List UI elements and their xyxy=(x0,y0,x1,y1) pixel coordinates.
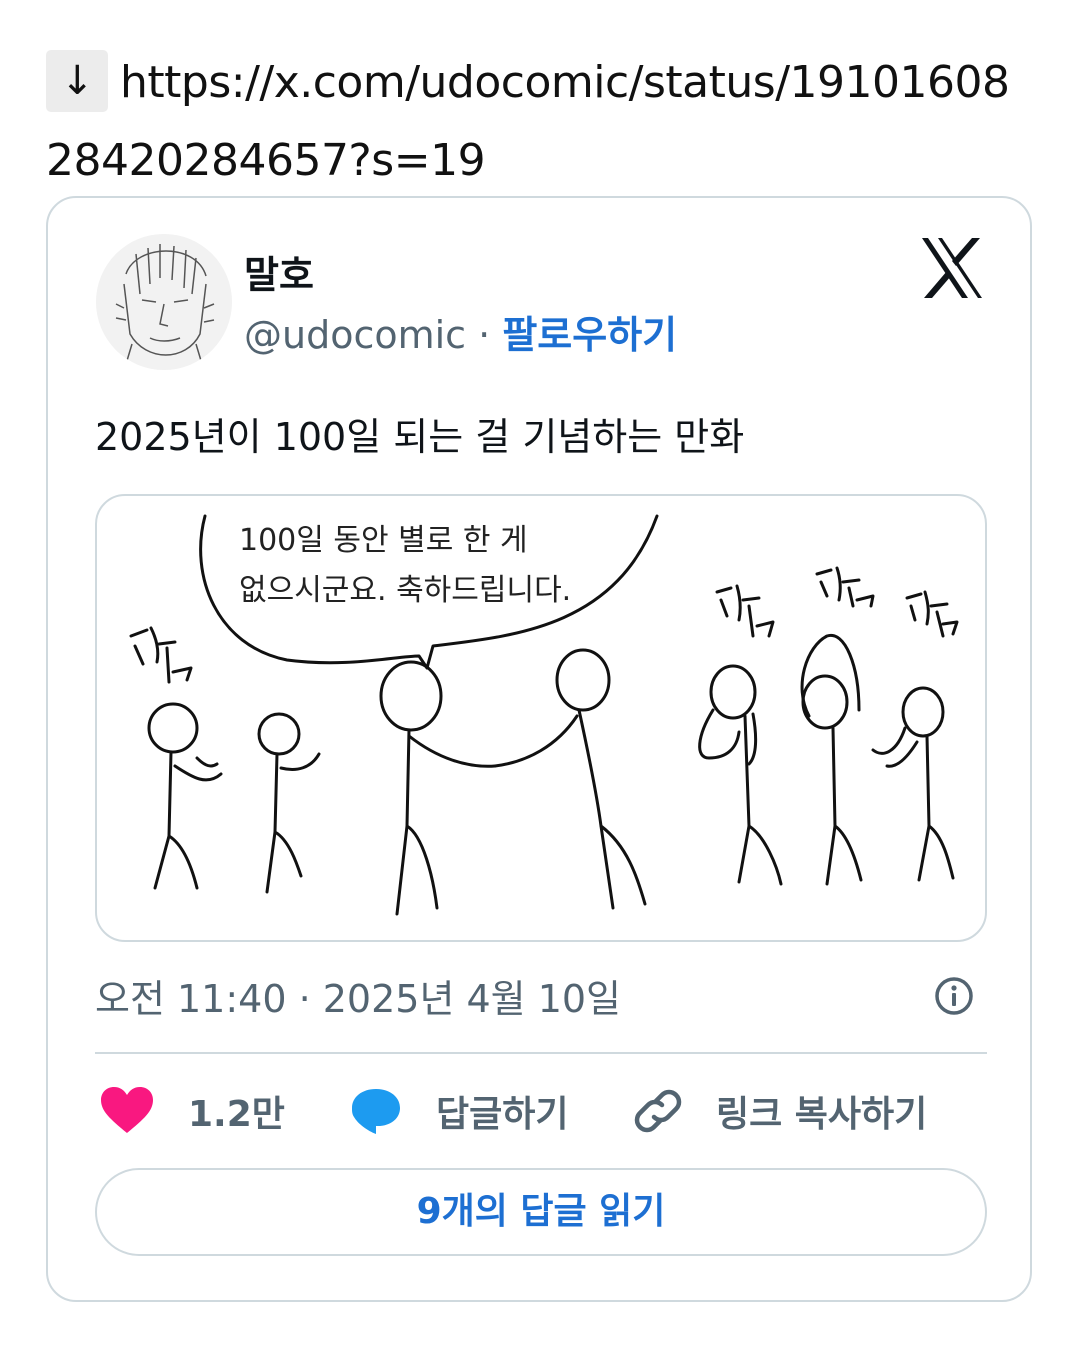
separator-dot: · xyxy=(466,313,503,357)
avatar-sketch xyxy=(96,234,232,370)
speech-line-1: 100일 동안 별로 한 게 xyxy=(239,523,528,558)
heart-icon xyxy=(101,1087,153,1133)
speech-line-2: 없으시군요. 축하드립니다. xyxy=(239,573,571,608)
copy-link-button[interactable]: 링크 복사하기 xyxy=(634,1086,927,1136)
link-icon xyxy=(634,1089,682,1133)
reply-button[interactable]: 답글하기 xyxy=(350,1086,568,1136)
follow-button[interactable]: 팔로우하기 xyxy=(502,313,677,357)
speech-bubble-icon xyxy=(352,1089,400,1134)
down-arrow-icon: ↓ xyxy=(46,50,108,112)
like-button[interactable]: 1.2만 xyxy=(100,1086,285,1136)
author-handle[interactable]: @udocomic xyxy=(244,313,466,357)
url-text[interactable]: https://x.com/udocomic/status/1910160828… xyxy=(46,57,1010,186)
like-count: 1.2만 xyxy=(188,1094,285,1135)
comic-image[interactable]: 100일 동안 별로 한 게 없으시군요. 축하드립니다. xyxy=(95,494,987,942)
avatar[interactable] xyxy=(96,234,232,370)
reply-label: 답글하기 xyxy=(436,1094,569,1135)
handle-line: @udocomic · 팔로우하기 xyxy=(244,304,677,359)
comic-drawing: 100일 동안 별로 한 게 없으시군요. 축하드립니다. xyxy=(129,514,959,916)
tweet-embed-card[interactable]: 말호 @udocomic · 팔로우하기 2025년이 100일 되는 걸 기념… xyxy=(46,196,1032,1302)
copy-link-label: 링크 복사하기 xyxy=(716,1094,928,1135)
divider xyxy=(95,1052,987,1054)
x-logo-icon[interactable] xyxy=(920,236,984,300)
tweet-timestamp[interactable]: 오전 11:40 · 2025년 4월 10일 xyxy=(95,968,621,1023)
tweet-text: 2025년이 100일 되는 걸 기념하는 만화 xyxy=(95,415,745,459)
url-line[interactable]: ↓ https://x.com/udocomic/status/191016082… xyxy=(46,44,1036,200)
info-icon[interactable] xyxy=(934,976,974,1016)
read-replies-button[interactable]: 9개의 답글 읽기 xyxy=(95,1168,987,1256)
author-name[interactable]: 말호 xyxy=(244,244,314,299)
